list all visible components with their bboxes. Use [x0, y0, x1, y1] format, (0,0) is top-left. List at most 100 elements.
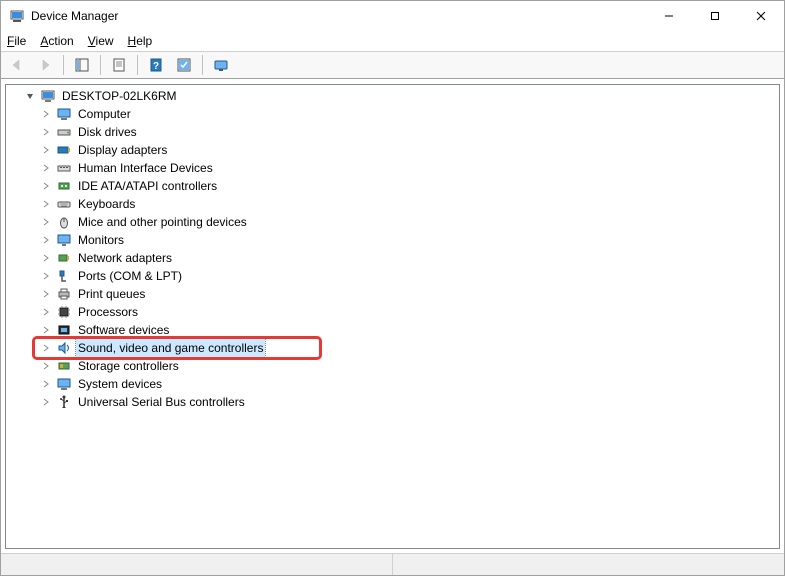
content-area: DESKTOP-02LK6RM Computer Disk drives D: [1, 79, 784, 553]
tree-node-label: Storage controllers: [76, 357, 181, 375]
chevron-right-icon[interactable]: [38, 124, 54, 140]
toolbar-separator: [63, 55, 64, 75]
tree-node-label: Software devices: [76, 321, 171, 339]
menubar: File Action View Help: [1, 31, 784, 51]
tree-node-monitors[interactable]: Monitors: [6, 231, 779, 249]
statusbar-pane: [393, 554, 784, 575]
tree-node-label: Processors: [76, 303, 140, 321]
software-device-icon: [56, 322, 72, 338]
storage-controller-icon: [56, 358, 72, 374]
toolbar-separator: [137, 55, 138, 75]
chevron-right-icon[interactable]: [38, 178, 54, 194]
system-device-icon: [56, 376, 72, 392]
network-adapter-icon: [56, 250, 72, 266]
tree-node-ide[interactable]: IDE ATA/ATAPI controllers: [6, 177, 779, 195]
menu-help[interactable]: Help: [128, 34, 153, 48]
chevron-right-icon[interactable]: [38, 376, 54, 392]
tree-node-system-devices[interactable]: System devices: [6, 375, 779, 393]
toolbar-separator: [202, 55, 203, 75]
tree-node-label: Display adapters: [76, 141, 169, 159]
help-button[interactable]: ?: [144, 53, 168, 77]
tree-node-label: Sound, video and game controllers: [76, 339, 265, 357]
device-manager-window: Device Manager File Action View Help: [0, 0, 785, 576]
menu-action[interactable]: Action: [40, 34, 73, 48]
chevron-right-icon[interactable]: [38, 160, 54, 176]
chevron-right-icon[interactable]: [38, 304, 54, 320]
tree-node-label: Ports (COM & LPT): [76, 267, 184, 285]
tree-node-network[interactable]: Network adapters: [6, 249, 779, 267]
tree-node-label: Print queues: [76, 285, 147, 303]
tree-node-computer[interactable]: Computer: [6, 105, 779, 123]
device-tree: DESKTOP-02LK6RM Computer Disk drives D: [6, 87, 779, 411]
tree-node-processors[interactable]: Processors: [6, 303, 779, 321]
chevron-down-icon[interactable]: [22, 88, 38, 104]
chevron-right-icon[interactable]: [38, 268, 54, 284]
svg-text:?: ?: [153, 61, 159, 72]
menu-file[interactable]: File: [7, 34, 26, 48]
tree-root-label: DESKTOP-02LK6RM: [60, 87, 179, 105]
chevron-right-icon[interactable]: [38, 340, 54, 356]
usb-icon: [56, 394, 72, 410]
tree-node-disk-drives[interactable]: Disk drives: [6, 123, 779, 141]
tree-node-mice[interactable]: Mice and other pointing devices: [6, 213, 779, 231]
scan-hardware-button[interactable]: [172, 53, 196, 77]
chevron-right-icon[interactable]: [38, 358, 54, 374]
chevron-right-icon[interactable]: [38, 142, 54, 158]
port-icon: [56, 268, 72, 284]
tree-node-keyboards[interactable]: Keyboards: [6, 195, 779, 213]
toolbar-separator: [100, 55, 101, 75]
monitor-icon: [56, 232, 72, 248]
tree-node-label: Mice and other pointing devices: [76, 213, 249, 231]
tree-node-usb[interactable]: Universal Serial Bus controllers: [6, 393, 779, 411]
tree-node-display-adapters[interactable]: Display adapters: [6, 141, 779, 159]
monitor-icon: [56, 106, 72, 122]
tree-node-storage[interactable]: Storage controllers: [6, 357, 779, 375]
keyboard-icon: [56, 196, 72, 212]
titlebar: Device Manager: [1, 1, 784, 31]
chevron-right-icon[interactable]: [38, 214, 54, 230]
tree-node-software-devices[interactable]: Software devices: [6, 321, 779, 339]
forward-button[interactable]: [33, 53, 57, 77]
properties-button[interactable]: [107, 53, 131, 77]
disk-drive-icon: [56, 124, 72, 140]
hid-icon: [56, 160, 72, 176]
ide-controller-icon: [56, 178, 72, 194]
display-adapter-icon: [56, 142, 72, 158]
toolbar: ?: [1, 51, 784, 79]
close-button[interactable]: [738, 1, 784, 31]
window-controls: [646, 1, 784, 31]
tree-node-hid[interactable]: Human Interface Devices: [6, 159, 779, 177]
tree-node-print-queues[interactable]: Print queues: [6, 285, 779, 303]
processor-icon: [56, 304, 72, 320]
statusbar: [1, 553, 784, 575]
tree-node-label: Monitors: [76, 231, 126, 249]
maximize-button[interactable]: [692, 1, 738, 31]
tree-node-sound[interactable]: Sound, video and game controllers: [6, 339, 779, 357]
menu-view[interactable]: View: [88, 34, 114, 48]
chevron-right-icon[interactable]: [38, 232, 54, 248]
tree-root[interactable]: DESKTOP-02LK6RM: [6, 87, 779, 105]
chevron-right-icon[interactable]: [38, 106, 54, 122]
tree-node-label: Universal Serial Bus controllers: [76, 393, 247, 411]
tree-node-label: Computer: [76, 105, 133, 123]
window-title: Device Manager: [31, 9, 118, 23]
tree-node-label: IDE ATA/ATAPI controllers: [76, 177, 219, 195]
show-hide-console-tree-button[interactable]: [70, 53, 94, 77]
printer-icon: [56, 286, 72, 302]
chevron-right-icon[interactable]: [38, 322, 54, 338]
back-button[interactable]: [5, 53, 29, 77]
minimize-button[interactable]: [646, 1, 692, 31]
sound-icon: [56, 340, 72, 356]
tree-node-ports[interactable]: Ports (COM & LPT): [6, 267, 779, 285]
tree-node-label: Keyboards: [76, 195, 137, 213]
chevron-right-icon[interactable]: [38, 394, 54, 410]
tree-node-label: Human Interface Devices: [76, 159, 215, 177]
app-icon: [9, 8, 25, 24]
chevron-right-icon[interactable]: [38, 286, 54, 302]
chevron-right-icon[interactable]: [38, 250, 54, 266]
computer-icon: [40, 88, 56, 104]
chevron-right-icon[interactable]: [38, 196, 54, 212]
tree-node-label: Network adapters: [76, 249, 174, 267]
show-hidden-devices-button[interactable]: [209, 53, 233, 77]
tree-node-label: Disk drives: [76, 123, 139, 141]
